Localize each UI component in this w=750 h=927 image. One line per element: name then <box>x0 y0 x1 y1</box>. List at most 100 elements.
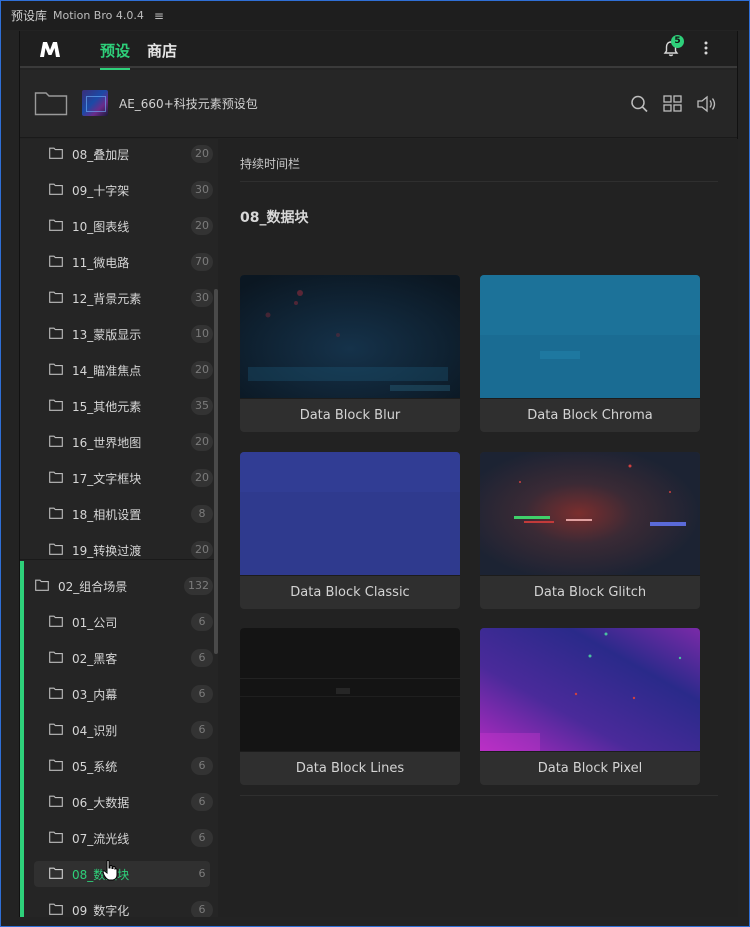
preset-thumbnail <box>240 628 460 751</box>
tree-item[interactable]: 02_黑客 6 <box>20 643 218 673</box>
tree-item[interactable]: 02_组合场景 132 <box>20 571 218 601</box>
tab-store[interactable]: 商店 <box>147 40 177 61</box>
tree-item-label: 18_相机设置 <box>72 508 142 522</box>
folder-icon <box>49 615 63 627</box>
tree-item[interactable]: 15_其他元素 35 <box>20 391 218 421</box>
package-thumbnail[interactable] <box>82 90 108 116</box>
tree-item[interactable]: 18_相机设置 8 <box>20 499 218 529</box>
tree-item-count: 6 <box>191 793 213 811</box>
tree-item[interactable]: 09_数字化 6 <box>20 895 218 917</box>
folder-icon <box>49 543 63 555</box>
folder-icon <box>49 687 63 699</box>
folder-icon <box>49 183 63 195</box>
tree-item[interactable]: 08_叠加层 20 <box>20 139 218 169</box>
tree-item-label: 04_识别 <box>72 724 118 738</box>
preset-card-label: Data Block Glitch <box>480 575 700 609</box>
tree-item[interactable]: 05_系统 6 <box>20 751 218 781</box>
content-bottom-divider <box>240 795 718 796</box>
tree-item-count: 6 <box>191 829 213 847</box>
tree-item[interactable]: 08_数据块 6 <box>20 859 218 889</box>
preset-thumbnail <box>480 628 700 751</box>
preset-card-glitch[interactable]: Data Block Glitch <box>480 452 700 609</box>
motion-bro-logo-icon[interactable] <box>38 39 62 59</box>
tree-item[interactable]: 17_文字框块 20 <box>20 463 218 493</box>
tree-item-label: 16_世界地图 <box>72 436 142 450</box>
tree-item[interactable]: 13_蒙版显示 10 <box>20 319 218 349</box>
tree-item-label: 01_公司 <box>72 616 118 630</box>
preset-card-lines[interactable]: Data Block Lines <box>240 628 460 785</box>
tree-item-count: 6 <box>191 649 213 667</box>
tree-item[interactable]: 01_公司 6 <box>20 607 218 637</box>
folder-icon <box>49 219 63 231</box>
tree-item[interactable]: 03_内幕 6 <box>20 679 218 709</box>
folder-icon[interactable] <box>34 90 68 116</box>
folder-icon <box>49 471 63 483</box>
tree-item-label: 07_流光线 <box>72 832 130 846</box>
tree-item-count: 30 <box>191 289 213 307</box>
tree-item-count: 20 <box>191 145 213 163</box>
tree-item-label: 09_数字化 <box>72 904 130 917</box>
tree-item-count: 6 <box>191 721 213 739</box>
tree-item[interactable]: 16_世界地图 20 <box>20 427 218 457</box>
tree-item-label: 03_内幕 <box>72 688 118 702</box>
tree-item-count: 6 <box>198 867 206 880</box>
tree-item-count: 6 <box>191 685 213 703</box>
tree-item[interactable]: 07_流光线 6 <box>20 823 218 853</box>
content-divider <box>240 181 718 182</box>
motion-bro-panel: 预设 商店 5 AE_660+科技元素预设包 08_叠加层 20 09_十字架 … <box>19 31 738 917</box>
folder-icon <box>49 759 63 771</box>
folder-icon <box>49 435 63 447</box>
tree-item-count: 6 <box>191 757 213 775</box>
folder-icon <box>49 903 63 915</box>
folder-icon <box>49 651 63 663</box>
grid-view-icon[interactable] <box>662 94 684 114</box>
preset-tree-sidebar[interactable]: 08_叠加层 20 09_十字架 30 10_图表线 20 11_微电路 70 12_背景元素 3… <box>20 139 218 917</box>
folder-icon <box>49 291 63 303</box>
preset-grid-area: 持续时间栏 08_数据块 Data Block Blur Data Block … <box>218 139 738 917</box>
tree-item[interactable]: 14_瞄准焦点 20 <box>20 355 218 385</box>
title-bar: 预设库 Motion Bro 4.0.4 ≡ <box>1 1 749 30</box>
tree-item-label: 19_转换过渡 <box>72 544 142 558</box>
folder-icon <box>49 327 63 339</box>
duration-bar-label[interactable]: 持续时间栏 <box>240 155 300 172</box>
tree-item-count: 20 <box>191 361 213 379</box>
preset-card-blur[interactable]: Data Block Blur <box>240 275 460 432</box>
search-icon[interactable] <box>629 94 651 114</box>
folder-icon <box>49 723 63 735</box>
folder-icon <box>49 507 63 519</box>
tab-presets[interactable]: 预设 <box>100 40 131 70</box>
package-title[interactable]: AE_660+科技元素预设包 <box>119 95 258 112</box>
preset-card-classic[interactable]: Data Block Classic <box>240 452 460 609</box>
preset-thumbnail <box>480 275 700 398</box>
tree-item-count: 20 <box>191 469 213 487</box>
more-options-icon[interactable] <box>704 40 708 56</box>
app-name: 预设库 <box>11 9 48 23</box>
tree-item-count: 20 <box>191 541 213 559</box>
tree-item-label: 06_大数据 <box>72 796 130 810</box>
folder-icon <box>49 399 63 411</box>
tree-item-count: 20 <box>191 217 213 235</box>
tree-item-label: 08_叠加层 <box>72 148 130 162</box>
folder-icon <box>49 147 63 159</box>
folder-icon <box>35 579 49 591</box>
tree-item[interactable]: 11_微电路 70 <box>20 247 218 277</box>
preset-card-chroma[interactable]: Data Block Chroma <box>480 275 700 432</box>
tree-item-label: 12_背景元素 <box>72 292 142 306</box>
app-window: 预设库 Motion Bro 4.0.4 ≡ 预设 商店 5 AE_660+科技… <box>0 0 750 927</box>
preset-card-pixel[interactable]: Data Block Pixel <box>480 628 700 785</box>
tree-item-label: 08_数据块 <box>72 868 130 882</box>
tree-item-label: 10_图表线 <box>72 220 130 234</box>
tree-item[interactable]: 12_背景元素 30 <box>20 283 218 313</box>
folder-icon <box>49 867 63 879</box>
tree-item[interactable]: 09_十字架 30 <box>20 175 218 205</box>
hamburger-icon[interactable]: ≡ <box>154 9 164 23</box>
tree-item[interactable]: 10_图表线 20 <box>20 211 218 241</box>
preset-card-label: Data Block Pixel <box>480 751 700 785</box>
tree-item[interactable]: 06_大数据 6 <box>20 787 218 817</box>
tree-item[interactable]: 04_识别 6 <box>20 715 218 745</box>
preset-thumbnail <box>240 275 460 398</box>
volume-icon[interactable] <box>696 94 718 114</box>
tree-item-count: 70 <box>191 253 213 271</box>
tree-item[interactable]: 19_转换过渡 20 <box>20 535 218 565</box>
top-navigation: 预设 商店 5 <box>20 31 737 70</box>
